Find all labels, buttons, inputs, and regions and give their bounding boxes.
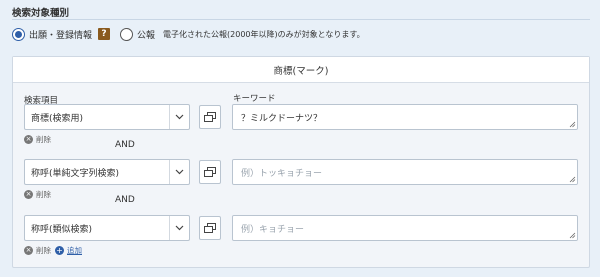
keyword-label: キーワード (233, 94, 276, 104)
keyword-input-3[interactable] (232, 215, 578, 241)
divider (12, 19, 590, 20)
chevron-down-icon (169, 216, 189, 240)
copy-button-2[interactable] (199, 160, 221, 184)
plus-circle-icon: + (55, 245, 64, 255)
chevron-down-icon (169, 160, 189, 184)
copy-icon (204, 223, 216, 233)
add-label: 追加 (67, 246, 82, 255)
search-item-select-2[interactable]: 称呼(単純文字列検索) (24, 159, 190, 185)
search-item-select-3[interactable]: 称呼(類似検索) (24, 215, 190, 241)
resize-grip-icon[interactable] (569, 121, 576, 128)
close-circle-icon: × (24, 190, 33, 199)
radio-application-registration[interactable] (12, 27, 25, 41)
delete-link-1[interactable]: × 削除 (24, 134, 51, 145)
help-icon[interactable]: ? (98, 28, 111, 40)
delete-link-2[interactable]: × 削除 (24, 189, 51, 200)
and-connector-1: AND (115, 140, 135, 150)
keyword-input-2[interactable] (232, 159, 578, 185)
copy-icon (204, 167, 216, 177)
search-item-value-3: 称呼(類似検索) (31, 224, 93, 235)
resize-grip-icon[interactable] (569, 232, 576, 239)
close-circle-icon: × (24, 246, 33, 255)
card-title: 商標(マーク) (13, 57, 589, 83)
search-item-value-2: 称呼(単純文字列検索) (31, 168, 120, 179)
copy-icon (204, 112, 216, 122)
delete-label-1: 削除 (36, 135, 51, 144)
radio-gazette[interactable] (120, 27, 134, 41)
section-title: 検索対象種別 (12, 8, 70, 19)
copy-button-1[interactable] (199, 105, 221, 129)
target-radio-group: 出願・登録情報 ? 公報 電子化された公報(2000年以降)のみが対象となります… (12, 26, 365, 42)
keyword-input-1[interactable]: ？ミルクドーナツ？ (232, 104, 578, 130)
add-link[interactable]: + 追加 (55, 245, 82, 256)
trademark-search-card: 商標(マーク) 検索項目 キーワード 商標(検索用) ？ミルクドーナツ？ × 削… (12, 56, 590, 268)
delete-label-2: 削除 (36, 190, 51, 199)
radio-label-gazette[interactable]: 公報 (137, 28, 155, 41)
search-item-select-1[interactable]: 商標(検索用) (24, 104, 190, 130)
gazette-note: 電子化された公報(2000年以降)のみが対象となります。 (163, 29, 365, 39)
chevron-down-icon (169, 105, 189, 129)
and-connector-2: AND (115, 195, 135, 205)
resize-grip-icon[interactable] (569, 176, 576, 183)
delete-label-3: 削除 (36, 246, 51, 255)
copy-button-3[interactable] (199, 216, 221, 240)
delete-link-3[interactable]: × 削除 (24, 245, 51, 256)
radio-label-application-registration[interactable]: 出願・登録情報 (29, 28, 92, 41)
search-item-value-1: 商標(検索用) (31, 113, 84, 124)
close-circle-icon: × (24, 135, 33, 144)
